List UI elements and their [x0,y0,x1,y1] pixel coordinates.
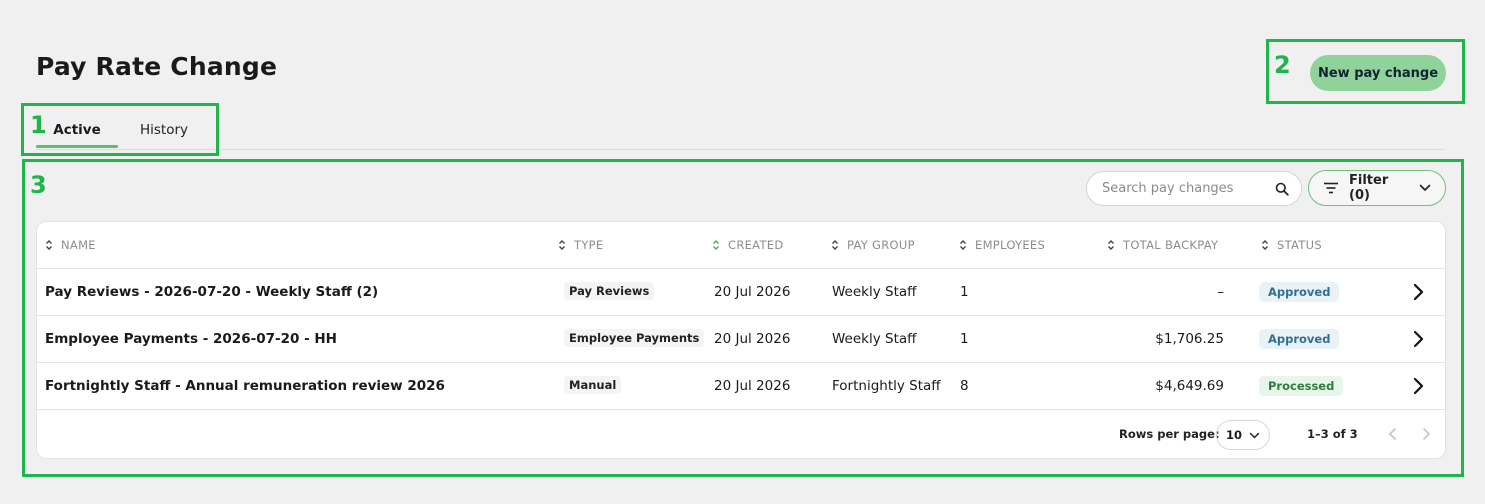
annotation-number: 2 [1274,51,1291,79]
annotation-box [21,103,219,156]
annotation-number: 1 [30,111,47,139]
annotation-number: 3 [30,171,47,199]
annotation-box [1266,39,1465,104]
tabs-divider [36,149,1445,150]
page-title: Pay Rate Change [36,52,278,81]
annotation-box [22,159,1464,477]
